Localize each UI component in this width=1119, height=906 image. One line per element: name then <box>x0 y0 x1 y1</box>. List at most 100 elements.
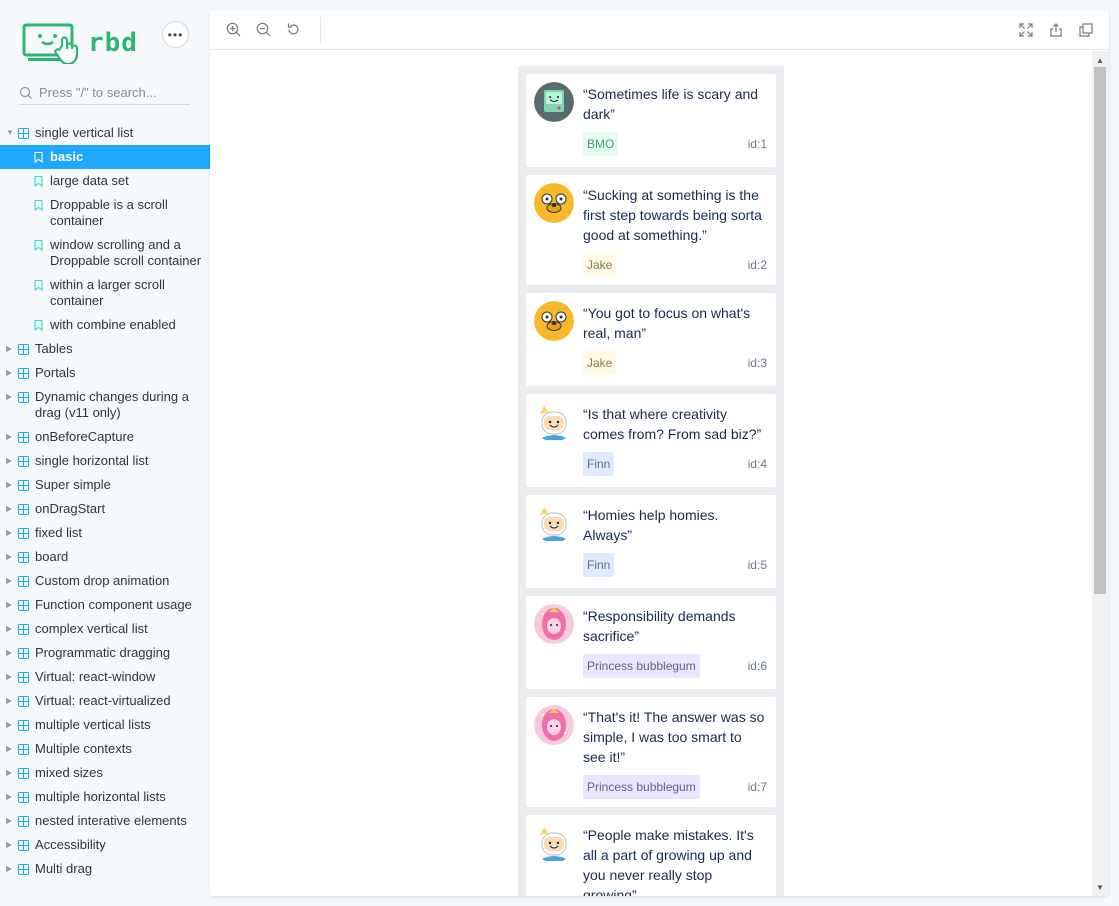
quote-card[interactable]: “Homies help homies. Always” Finn id:5 <box>526 495 776 588</box>
author-badge: Jake <box>583 253 617 277</box>
group-portals[interactable]: ▶ Portals <box>0 361 210 385</box>
group-ondragstart[interactable]: ▶ onDragStart <box>0 497 210 521</box>
share-button[interactable] <box>1041 10 1071 50</box>
droppable-list: “Sometimes life is scary and dark” BMO id:… <box>518 66 784 896</box>
group-multiple-contexts[interactable]: ▶ Multiple contexts <box>0 737 210 761</box>
story-item-within-a-larger-scroll-container[interactable]: within a larger scroll container <box>0 273 210 313</box>
quote-footer: Jake id:3 <box>583 351 767 375</box>
quote-footer: Jake id:2 <box>583 253 767 277</box>
quote-card[interactable]: “Sometimes life is scary and dark” BMO id:… <box>526 74 776 167</box>
group-label: Programmatic dragging <box>35 645 171 660</box>
group-tables[interactable]: ▶ Tables <box>0 337 210 361</box>
story-item-window-scrolling-and-a-droppable-scroll-container[interactable]: window scrolling and a Droppable scroll … <box>0 233 210 273</box>
component-icon <box>18 573 30 589</box>
group-accessibility[interactable]: ▶ Accessibility <box>0 833 210 857</box>
group-label: complex vertical list <box>35 621 148 636</box>
group-virtual-react-virtualized[interactable]: ▶ Virtual: react-virtualized <box>0 689 210 713</box>
avatar-pb <box>534 604 574 644</box>
group-multiple-horizontal-lists[interactable]: ▶ multiple horizontal lists <box>0 785 210 809</box>
copy-link-button[interactable] <box>1071 10 1101 50</box>
quote-text: “That's it! The answer was so simple, I … <box>583 709 765 765</box>
quote-content: “People make mistakes. It's all a part o… <box>583 823 767 896</box>
caret-right-icon: ▶ <box>6 840 13 849</box>
scroll-up-icon[interactable]: ▲ <box>1096 56 1104 65</box>
caret-right-icon: ▶ <box>6 368 13 377</box>
scrollbar-thumb[interactable] <box>1094 67 1106 594</box>
preview-panel: “Sometimes life is scary and dark” BMO id:… <box>210 10 1109 896</box>
quote-card[interactable]: “People make mistakes. It's all a part o… <box>526 815 776 896</box>
group-virtual-react-window[interactable]: ▶ Virtual: react-window <box>0 665 210 689</box>
zoom-in-button[interactable] <box>218 10 248 50</box>
scroll-down-icon[interactable]: ▼ <box>1096 883 1104 892</box>
component-icon <box>18 765 30 781</box>
component-icon <box>18 837 30 853</box>
story-label: basic <box>50 149 84 164</box>
group-multiple-vertical-lists[interactable]: ▶ multiple vertical lists <box>0 713 210 737</box>
group-single-vertical-list[interactable]: ▼ single vertical list <box>0 121 210 145</box>
story-item-large-data-set[interactable]: large data set <box>0 169 210 193</box>
brand-logo[interactable]: rbd <box>22 22 138 66</box>
group-custom-drop-animation[interactable]: ▶ Custom drop animation <box>0 569 210 593</box>
more-options-button[interactable]: ••• <box>162 21 189 48</box>
group-dynamic-changes-during-a-drag-v11-only[interactable]: ▶ Dynamic changes during a drag (v11 only… <box>0 385 210 425</box>
zoom-out-button[interactable] <box>248 10 278 50</box>
story-label: large data set <box>50 173 129 188</box>
quote-text: “You got to focus on what's real, man” <box>583 305 751 341</box>
story-item-with-combine-enabled[interactable]: with combine enabled <box>0 313 210 337</box>
story-label: with combine enabled <box>50 317 176 332</box>
caret-down-icon: ▼ <box>6 128 14 137</box>
group-label: Multiple contexts <box>35 741 132 756</box>
toolbar <box>210 10 1109 50</box>
caret-right-icon: ▶ <box>6 344 13 353</box>
vertical-scrollbar[interactable]: ▲ ▼ <box>1092 51 1109 896</box>
quote-text: “Homies help homies. Always” <box>583 507 719 543</box>
quote-content: “Responsibility demands sacrifice” Prince… <box>583 604 767 681</box>
quote-text: “People make mistakes. It's all a part o… <box>583 827 754 896</box>
group-single-horizontal-list[interactable]: ▶ single horizontal list <box>0 449 210 473</box>
group-super-simple[interactable]: ▶ Super simple <box>0 473 210 497</box>
reset-zoom-button[interactable] <box>278 10 308 50</box>
quote-card[interactable]: “That's it! The answer was so simple, I … <box>526 697 776 807</box>
component-icon <box>18 453 30 469</box>
component-icon <box>18 669 30 685</box>
group-complex-vertical-list[interactable]: ▶ complex vertical list <box>0 617 210 641</box>
quote-id: id:7 <box>747 780 767 794</box>
quote-card[interactable]: “Is that where creativity comes from? Fr… <box>526 394 776 487</box>
group-label: onBeforeCapture <box>35 429 135 444</box>
avatar-finn <box>534 823 574 863</box>
quote-id: id:2 <box>747 258 767 272</box>
component-icon <box>18 813 30 829</box>
story-item-basic[interactable]: basic <box>0 145 210 169</box>
component-icon <box>18 717 30 733</box>
group-mixed-sizes[interactable]: ▶ mixed sizes <box>0 761 210 785</box>
group-onbeforecapture[interactable]: ▶ onBeforeCapture <box>0 425 210 449</box>
quote-card[interactable]: “You got to focus on what's real, man” Ja… <box>526 293 776 386</box>
author-badge: Princess bubblegum <box>583 775 700 799</box>
component-icon <box>18 645 30 661</box>
author-badge: Princess bubblegum <box>583 654 700 678</box>
group-nested-interative-elements[interactable]: ▶ nested interative elements <box>0 809 210 833</box>
story-label: within a larger scroll container <box>50 277 165 308</box>
group-programmatic-dragging[interactable]: ▶ Programmatic dragging <box>0 641 210 665</box>
search-input[interactable] <box>39 85 179 100</box>
component-icon <box>18 365 30 381</box>
quote-card[interactable]: “Responsibility demands sacrifice” Prince… <box>526 596 776 689</box>
group-fixed-list[interactable]: ▶ fixed list <box>0 521 210 545</box>
quote-card[interactable]: “Sucking at something is the first step … <box>526 175 776 285</box>
quote-footer: Princess bubblegum id:7 <box>583 775 767 799</box>
fullscreen-button[interactable] <box>1011 10 1041 50</box>
toolbar-divider <box>320 16 321 43</box>
group-multi-drag[interactable]: ▶ Multi drag <box>0 857 210 881</box>
group-board[interactable]: ▶ board <box>0 545 210 569</box>
group-label: nested interative elements <box>35 813 187 828</box>
group-label: Dynamic changes during a drag (v11 only) <box>35 389 189 420</box>
quote-id: id:6 <box>747 659 767 673</box>
avatar-finn <box>534 402 574 442</box>
quote-id: id:3 <box>747 356 767 370</box>
copy-icon <box>1079 23 1093 37</box>
group-function-component-usage[interactable]: ▶ Function component usage <box>0 593 210 617</box>
story-item-droppable-is-a-scroll-container[interactable]: Droppable is a scroll container <box>0 193 210 233</box>
group-label: Custom drop animation <box>35 573 170 588</box>
quote-content: “You got to focus on what's real, man” Ja… <box>583 301 767 378</box>
brand-name: rbd <box>88 28 138 58</box>
